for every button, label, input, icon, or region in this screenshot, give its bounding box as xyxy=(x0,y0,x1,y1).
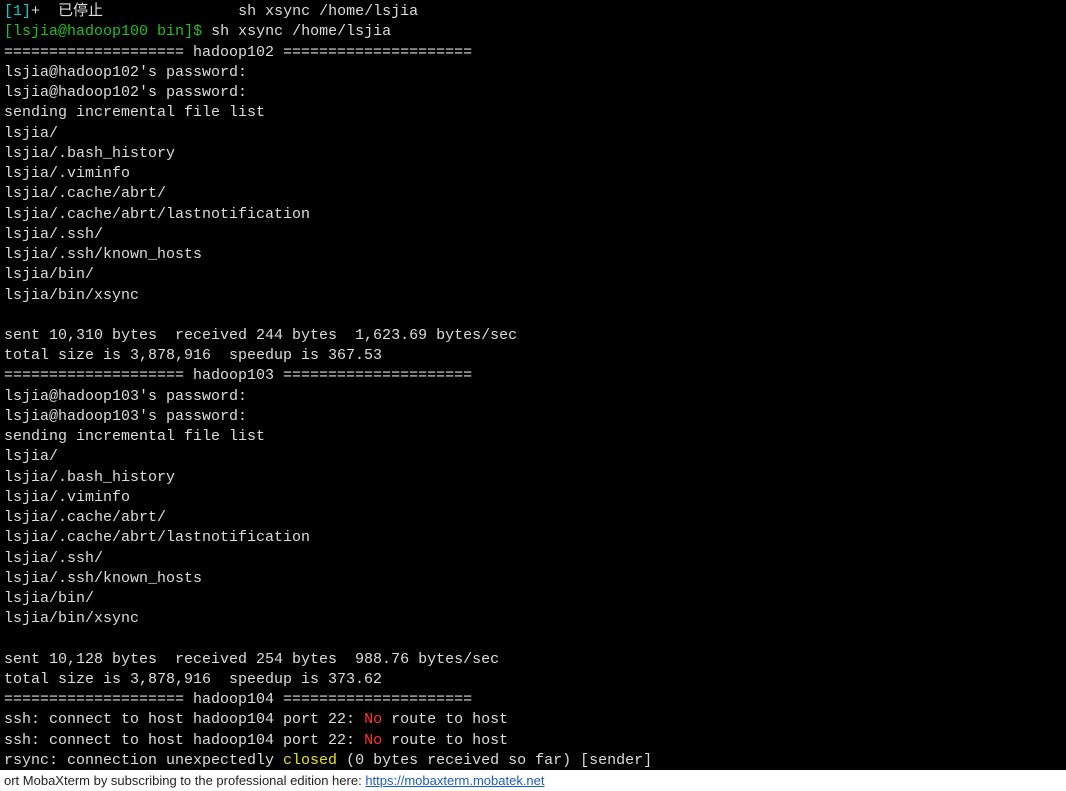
h102-file: lsjia/.viminfo xyxy=(4,164,1062,184)
job-plus: + xyxy=(31,3,40,20)
job-status: 已停止 xyxy=(58,3,103,20)
prompt-close: ]$ xyxy=(184,23,211,40)
h103-file: lsjia/.bash_history xyxy=(4,468,1062,488)
h102-password-1: lsjia@hadoop102's password: xyxy=(4,63,1062,83)
h102-total: total size is 3,878,916 speedup is 367.5… xyxy=(4,346,1062,366)
h104-ssh-error-1: ssh: connect to host hadoop104 port 22: … xyxy=(4,710,1062,730)
separator-104: ==================== hadoop104 =========… xyxy=(4,690,1062,710)
h103-file: lsjia/.ssh/ xyxy=(4,549,1062,569)
h102-sending: sending incremental file list xyxy=(4,103,1062,123)
h103-sending: sending incremental file list xyxy=(4,427,1062,447)
ssh-err-suffix: route to host xyxy=(382,711,508,728)
prompt-open: [ xyxy=(4,23,13,40)
separator-103: ==================== hadoop103 =========… xyxy=(4,366,1062,386)
ssh-err-prefix: ssh: connect to host hadoop104 port 22: xyxy=(4,732,364,749)
prompt-userhost: lsjia@hadoop100 xyxy=(13,23,148,40)
job-id: [1] xyxy=(4,3,31,20)
h103-file: lsjia/.cache/abrt/ xyxy=(4,508,1062,528)
separator-102: ==================== hadoop102 =========… xyxy=(4,43,1062,63)
h103-total: total size is 3,878,916 speedup is 373.6… xyxy=(4,670,1062,690)
h103-file: lsjia/ xyxy=(4,447,1062,467)
rsync-err-suffix: (0 bytes received so far) [sender] xyxy=(337,752,652,769)
ssh-err-prefix: ssh: connect to host hadoop104 port 22: xyxy=(4,711,364,728)
rsync-err-closed: closed xyxy=(283,752,337,769)
h103-file: lsjia/.cache/abrt/lastnotification xyxy=(4,528,1062,548)
terminal-output[interactable]: [1]+ 已停止 sh xsync /home/lsjia [lsjia@had… xyxy=(0,0,1066,770)
h102-file: lsjia/.cache/abrt/lastnotification xyxy=(4,205,1062,225)
h102-file: lsjia/.bash_history xyxy=(4,144,1062,164)
status-bar: ort MobaXterm by subscribing to the prof… xyxy=(0,770,1066,791)
ssh-err-suffix: route to host xyxy=(382,732,508,749)
footer-text: ort MobaXterm by subscribing to the prof… xyxy=(4,773,365,788)
h103-file: lsjia/.ssh/known_hosts xyxy=(4,569,1062,589)
h102-file: lsjia/.cache/abrt/ xyxy=(4,184,1062,204)
h102-password-2: lsjia@hadoop102's password: xyxy=(4,83,1062,103)
blank-line xyxy=(4,630,1062,650)
prompt-cwd: bin xyxy=(148,23,184,40)
h102-file: lsjia/.ssh/known_hosts xyxy=(4,245,1062,265)
h104-rsync-error: rsync: connection unexpectedly closed (0… xyxy=(4,751,1062,770)
rsync-err-prefix: rsync: connection unexpectedly xyxy=(4,752,283,769)
ssh-err-no: No xyxy=(364,732,382,749)
h103-file: lsjia/.viminfo xyxy=(4,488,1062,508)
h103-file: lsjia/bin/xsync xyxy=(4,609,1062,629)
h102-file: lsjia/ xyxy=(4,124,1062,144)
h102-file: lsjia/bin/xsync xyxy=(4,286,1062,306)
job-cmd: sh xsync /home/lsjia xyxy=(238,3,418,20)
job-status-line: [1]+ 已停止 sh xsync /home/lsjia xyxy=(4,2,1062,22)
h103-sent: sent 10,128 bytes received 254 bytes 988… xyxy=(4,650,1062,670)
h103-password-2: lsjia@hadoop103's password: xyxy=(4,407,1062,427)
prompt-line: [lsjia@hadoop100 bin]$ sh xsync /home/ls… xyxy=(4,22,1062,42)
footer-link[interactable]: https://mobaxterm.mobatek.net xyxy=(365,773,544,788)
h102-file: lsjia/bin/ xyxy=(4,265,1062,285)
ssh-err-no: No xyxy=(364,711,382,728)
h103-file: lsjia/bin/ xyxy=(4,589,1062,609)
prompt-cmd: sh xsync /home/lsjia xyxy=(211,23,391,40)
blank-line xyxy=(4,306,1062,326)
h102-file: lsjia/.ssh/ xyxy=(4,225,1062,245)
h102-sent: sent 10,310 bytes received 244 bytes 1,6… xyxy=(4,326,1062,346)
h104-ssh-error-2: ssh: connect to host hadoop104 port 22: … xyxy=(4,731,1062,751)
h103-password-1: lsjia@hadoop103's password: xyxy=(4,387,1062,407)
